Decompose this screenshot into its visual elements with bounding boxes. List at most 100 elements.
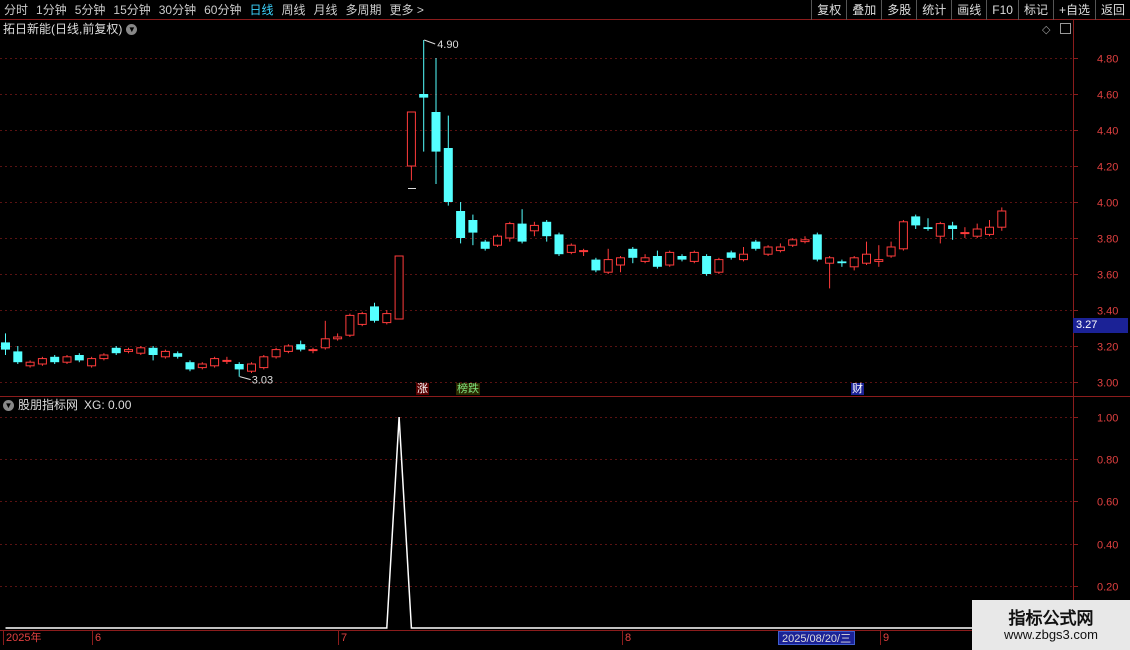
candle-body	[505, 223, 515, 239]
candle-body	[714, 259, 724, 273]
candle-body	[456, 211, 466, 238]
candle-body	[62, 356, 72, 363]
candle-body	[247, 363, 256, 372]
cursor-date-label: 2025/08/20/三	[778, 631, 856, 645]
y-tick-label: 4.00	[1097, 198, 1118, 210]
candle-body	[468, 220, 478, 233]
y-tick-label: 3.60	[1097, 270, 1118, 282]
candle-body	[357, 313, 367, 325]
candle-body	[308, 349, 318, 352]
y-tick-label: 3.00	[1097, 378, 1118, 390]
candle-body	[886, 246, 896, 257]
date-axis-label: 6	[92, 631, 101, 645]
candle-body	[493, 235, 502, 246]
candle-body	[271, 349, 281, 358]
high-price-label: 4.90	[437, 39, 458, 51]
date-axis-label: 2025年	[3, 631, 41, 645]
candle-body	[898, 221, 908, 250]
xg-indicator-line	[5, 416, 1002, 629]
finance-marker[interactable]: 财	[850, 382, 865, 396]
candle-body	[825, 257, 835, 264]
candle-body	[763, 246, 773, 255]
indicator-panel-header: ▼ 股朋指标网 XG: 0.00	[0, 397, 131, 413]
candle-body	[25, 361, 35, 367]
watermark-url: www.zbgs3.com	[1004, 627, 1098, 642]
candle-body	[751, 241, 761, 249]
candle-body	[283, 345, 293, 352]
high-pointer	[424, 39, 436, 45]
candle-body	[689, 251, 699, 262]
candle-body	[862, 253, 871, 264]
candle-body	[419, 94, 429, 98]
candle-body	[99, 354, 109, 360]
y-tick-label: 4.20	[1097, 162, 1118, 174]
candle-body	[345, 314, 355, 336]
watermark-title: 指标公式网	[1008, 609, 1094, 628]
candle-body	[382, 313, 392, 324]
candle-body	[935, 223, 945, 237]
candle-body	[173, 353, 183, 357]
date-axis-label: 9	[880, 631, 889, 645]
candle-body	[985, 226, 994, 235]
candle-body	[517, 223, 527, 242]
candle-body	[74, 355, 84, 361]
candle-body	[775, 246, 785, 252]
y-tick-label: 3.80	[1097, 234, 1118, 246]
candle-body	[554, 234, 564, 255]
limit-up-marker[interactable]: 涨	[415, 382, 430, 396]
candle-body	[406, 111, 416, 167]
watermark: 指标公式网 www.zbgs3.com	[972, 600, 1130, 650]
candle-body	[800, 239, 810, 243]
indicator-y-tick-label: 0.60	[1097, 497, 1118, 509]
date-axis: 2025年 6 7 8 9	[0, 631, 1130, 645]
candle-body	[702, 256, 712, 274]
chevron-down-icon[interactable]: ▼	[3, 399, 14, 411]
candle-body	[960, 232, 970, 235]
marker-text: 财	[851, 383, 864, 395]
candle-body	[652, 256, 662, 267]
candle-body	[837, 261, 847, 264]
candle-body	[628, 248, 638, 258]
candle-body	[185, 362, 195, 370]
candle-body	[87, 358, 97, 367]
low-price-label: 3.03	[252, 375, 273, 387]
y-tick-label: 4.80	[1097, 54, 1118, 66]
candle-body	[529, 224, 539, 232]
low-pointer	[239, 376, 251, 381]
candle-body	[972, 228, 982, 237]
candle-body	[136, 347, 146, 354]
candle-body	[665, 251, 675, 266]
indicator-y-tick-label: 1.00	[1097, 413, 1118, 425]
candlestick-chart[interactable]: 3.00 3.20 3.40 3.60 3.80 4.00 4.20 4.40 4.60 4.80…	[0, 0, 1130, 650]
candle-body	[640, 257, 650, 262]
candle-body	[210, 358, 220, 367]
indicator-y-tick-label: 0.80	[1097, 455, 1118, 467]
candle-body	[222, 359, 232, 362]
candle-body	[234, 364, 244, 370]
candle-body	[296, 344, 306, 350]
drop-list-marker[interactable]: 榜跌	[455, 382, 481, 396]
current-price-tag: 3.27	[1073, 318, 1128, 333]
candle-body	[788, 239, 798, 246]
marker-text: 涨	[416, 383, 429, 395]
candle-body	[320, 338, 330, 349]
candle-body	[394, 255, 404, 320]
date-axis-label: 8	[622, 631, 631, 645]
candle-body	[480, 241, 490, 249]
candle-body	[603, 259, 613, 273]
candle-body	[1, 342, 10, 350]
candle-body	[677, 256, 687, 260]
candle-body	[197, 363, 207, 369]
candle-body	[259, 356, 269, 369]
candle-body	[923, 227, 933, 229]
candle-body	[566, 244, 576, 253]
candle-body	[50, 356, 60, 363]
candle-body	[37, 358, 47, 365]
candle-body	[542, 221, 552, 237]
candle-body	[111, 347, 121, 354]
candle-body	[812, 234, 822, 260]
candle-body	[591, 259, 601, 271]
candle-body	[997, 210, 1007, 228]
candle-body	[616, 257, 625, 266]
candle-body	[874, 259, 884, 262]
